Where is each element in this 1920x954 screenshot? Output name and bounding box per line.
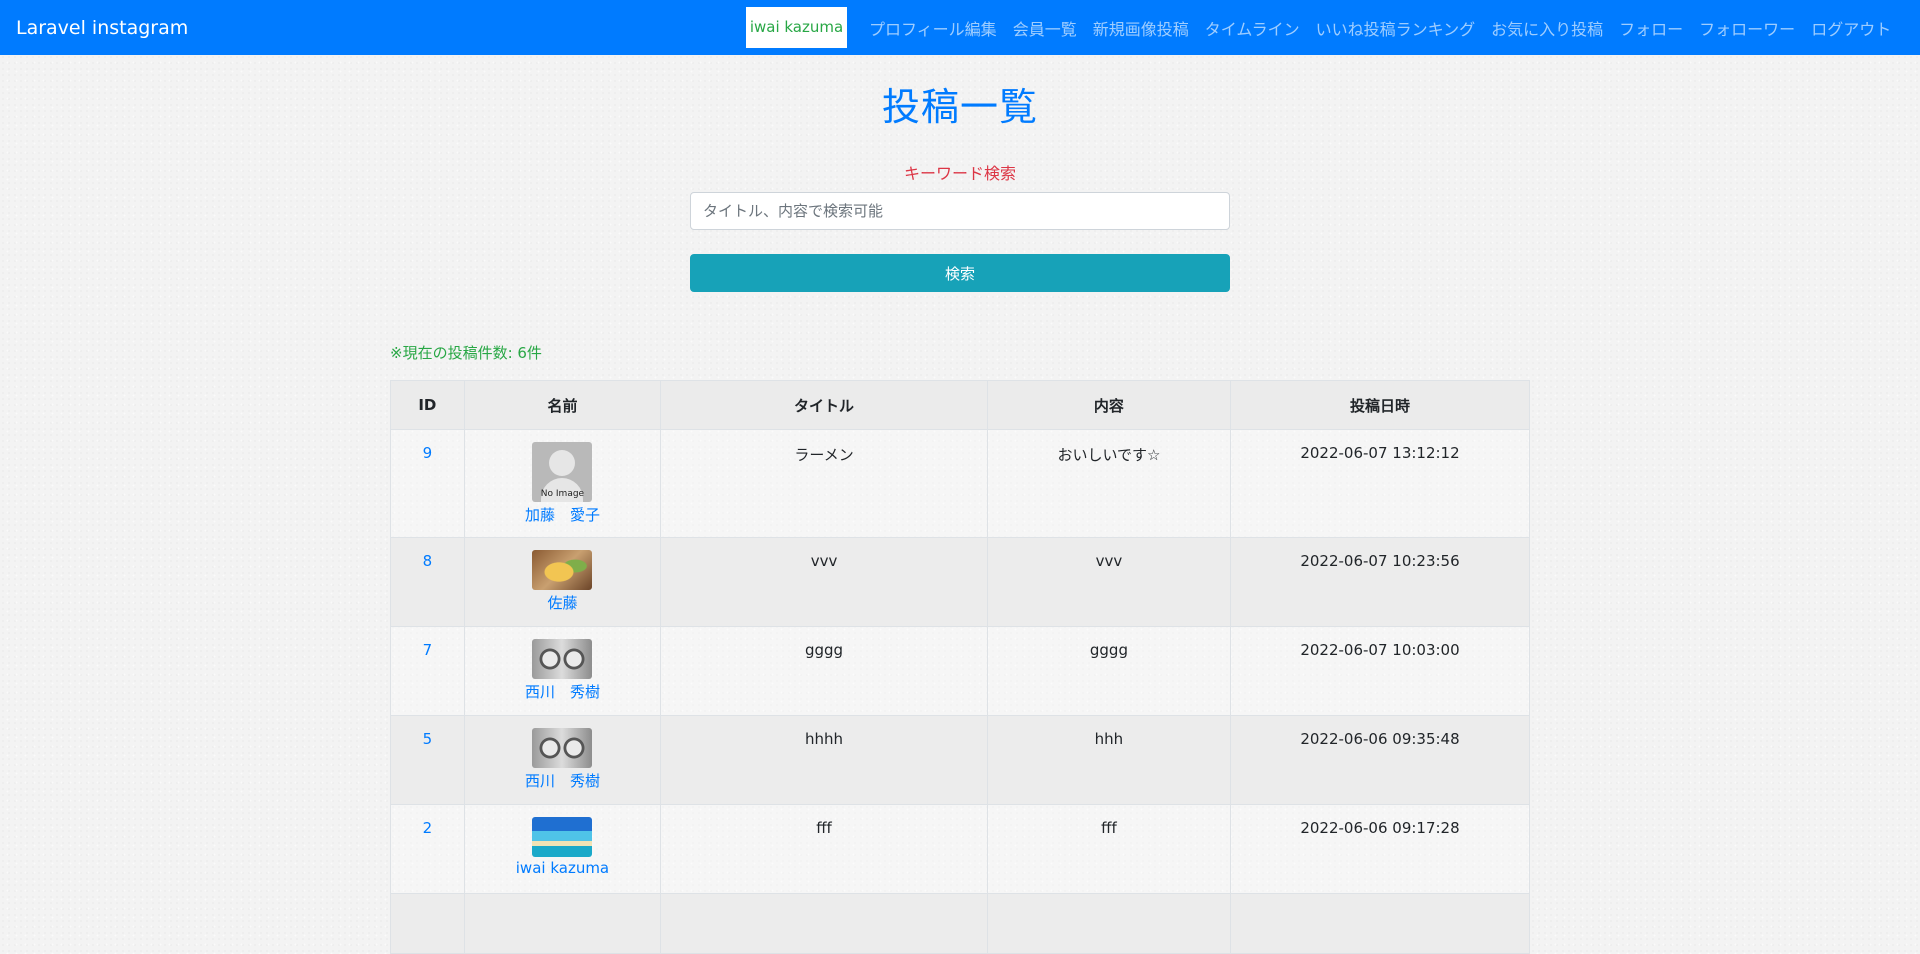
avatar[interactable]	[532, 817, 593, 857]
nav-timeline[interactable]: タイムライン	[1205, 16, 1300, 40]
nav-followers[interactable]: フォローワー	[1699, 16, 1795, 40]
cell-date	[1229, 893, 1531, 954]
cell-id: 8	[390, 537, 465, 627]
top-navbar: Laravel instagram iwai kazuma プロフィール編集 会…	[0, 0, 1920, 55]
user-name-link[interactable]: 西川 秀樹	[465, 681, 660, 702]
avatar[interactable]	[532, 728, 593, 768]
cell-content	[986, 893, 1231, 954]
cell-date: 2022-06-06 09:35:48	[1229, 715, 1531, 805]
nav-follow[interactable]: フォロー	[1619, 16, 1683, 40]
cell-content: gggg	[986, 626, 1231, 716]
cell-date: 2022-06-07 13:12:12	[1229, 429, 1531, 538]
user-name-link[interactable]: 西川 秀樹	[465, 770, 660, 791]
table-header-row: ID 名前 タイトル 内容 投稿日時	[390, 380, 1531, 430]
post-id-link[interactable]: 8	[423, 552, 433, 570]
nav-favorites[interactable]: お気に入り投稿	[1491, 16, 1603, 40]
search-label: キーワード検索	[903, 164, 1016, 183]
cell-title: gggg	[660, 626, 988, 716]
cell-title	[660, 893, 988, 954]
cell-content: fff	[986, 804, 1231, 894]
page-title: 投稿一覧	[881, 85, 1038, 129]
nav-profile-edit[interactable]: プロフィール編集	[869, 16, 997, 40]
search-input[interactable]	[690, 192, 1230, 230]
cell-name: iwai kazuma	[463, 804, 662, 894]
cell-content: hhh	[986, 715, 1231, 805]
post-id-link[interactable]: 5	[423, 730, 433, 748]
table-row: 8 佐藤 vvv vvv 2022-06-07 10:23:56	[390, 537, 1531, 627]
header-name: 名前	[463, 380, 662, 430]
current-user-link[interactable]: iwai kazuma	[746, 7, 847, 48]
header-title: タイトル	[660, 380, 988, 430]
cell-title: ラーメン	[660, 429, 988, 538]
cell-name: 西川 秀樹	[463, 626, 662, 716]
cell-date: 2022-06-07 10:03:00	[1229, 626, 1531, 716]
post-count: ※現在の投稿件数: 6件	[390, 344, 542, 362]
post-id-link[interactable]: 7	[423, 641, 433, 659]
nav-new-post[interactable]: 新規画像投稿	[1093, 16, 1189, 40]
nav-logout[interactable]: ログアウト	[1811, 16, 1891, 40]
posts-table: ID 名前 タイトル 内容 投稿日時 9 No Image 加藤 愛子 ラーメン…	[390, 380, 1531, 954]
nav-member-list[interactable]: 会員一覧	[1013, 16, 1077, 40]
cell-content: おいしいです☆	[986, 429, 1231, 538]
avatar[interactable]	[532, 639, 593, 679]
cell-title: hhhh	[660, 715, 988, 805]
post-id-link[interactable]: 2	[423, 819, 433, 837]
no-image-label: No Image	[540, 489, 585, 499]
brand-link[interactable]: Laravel instagram	[16, 0, 188, 55]
user-name-link[interactable]: iwai kazuma	[465, 859, 660, 877]
user-name-link[interactable]: 加藤 愛子	[465, 504, 660, 525]
cell-title: vvv	[660, 537, 988, 627]
cell-date: 2022-06-06 09:17:28	[1229, 804, 1531, 894]
header-id: ID	[390, 380, 465, 430]
cell-name	[463, 893, 662, 954]
cell-name: 西川 秀樹	[463, 715, 662, 805]
avatar-head-shape	[549, 450, 576, 476]
post-id-link[interactable]: 9	[423, 444, 433, 462]
cell-content: vvv	[986, 537, 1231, 627]
cell-name: 佐藤	[463, 537, 662, 627]
cell-title: fff	[660, 804, 988, 894]
cell-id: 2	[390, 804, 465, 894]
avatar[interactable]: No Image	[532, 442, 593, 502]
cell-name: No Image 加藤 愛子	[463, 429, 662, 538]
user-name-link[interactable]: 佐藤	[465, 592, 660, 613]
cell-id	[390, 893, 465, 954]
cell-id: 5	[390, 715, 465, 805]
table-row: 2 iwai kazuma fff fff 2022-06-06 09:17:2…	[390, 804, 1531, 894]
header-date: 投稿日時	[1229, 380, 1531, 430]
avatar[interactable]	[532, 550, 593, 590]
cell-date: 2022-06-07 10:23:56	[1229, 537, 1531, 627]
table-row-partial	[390, 893, 1531, 954]
header-content: 内容	[986, 380, 1231, 430]
cell-id: 7	[390, 626, 465, 716]
cell-id: 9	[390, 429, 465, 538]
nav-like-ranking[interactable]: いいね投稿ランキング	[1316, 16, 1476, 40]
search-button[interactable]: 検索	[690, 254, 1230, 292]
nav-links: プロフィール編集 会員一覧 新規画像投稿 タイムライン いいね投稿ランキング お…	[861, 0, 1899, 55]
table-row: 9 No Image 加藤 愛子 ラーメン おいしいです☆ 2022-06-07…	[390, 429, 1531, 538]
table-row: 5 西川 秀樹 hhhh hhh 2022-06-06 09:35:48	[390, 715, 1531, 805]
table-row: 7 西川 秀樹 gggg gggg 2022-06-07 10:03:00	[390, 626, 1531, 716]
